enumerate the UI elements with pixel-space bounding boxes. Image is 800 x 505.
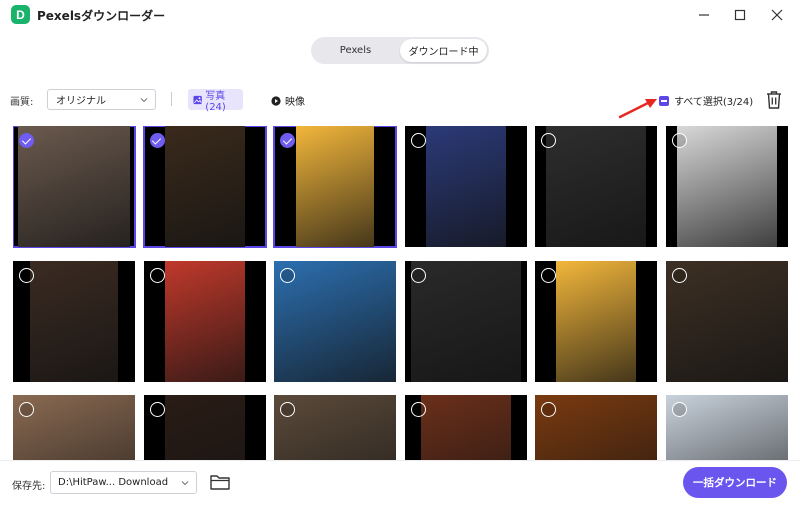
photo-tile[interactable] <box>665 395 788 460</box>
photo-thumbnail <box>30 260 118 382</box>
photo-thumbnail <box>410 260 521 382</box>
partial-check-icon <box>659 95 669 106</box>
save-location-label: 保存先: <box>12 481 46 492</box>
app-logo-icon: D <box>11 5 30 24</box>
photo-thumbnail <box>556 260 636 382</box>
photo-tile[interactable] <box>143 260 266 382</box>
folder-icon[interactable] <box>209 472 231 492</box>
photo-thumbnail <box>546 126 646 247</box>
photo-tile[interactable] <box>665 126 788 247</box>
select-all-checkbox[interactable]: すべて選択(3/24) <box>659 93 753 108</box>
chevron-down-icon <box>181 481 189 486</box>
quality-select[interactable]: オリジナル <box>47 89 156 110</box>
photo-tile[interactable] <box>274 260 396 382</box>
checkbox-icon[interactable] <box>410 267 426 283</box>
video-filter-chip[interactable]: 映像 <box>271 93 305 108</box>
quality-value: オリジナル <box>56 96 106 107</box>
photo-thumbnail <box>425 126 506 247</box>
photo-thumbnail <box>164 126 245 247</box>
annotation-arrow <box>618 99 657 119</box>
checkbox-icon[interactable] <box>149 267 165 283</box>
title-bar: D Pexelsダウンローダー <box>0 0 800 32</box>
photo-filter-chip[interactable]: 写真(24) <box>188 89 243 113</box>
checkbox-icon[interactable] <box>541 402 556 417</box>
checkbox-icon[interactable] <box>541 133 556 148</box>
photo-tile[interactable] <box>273 126 397 248</box>
photo-tile[interactable] <box>13 395 135 460</box>
photo-filter-label: 写真(24) <box>205 90 226 113</box>
trash-icon[interactable] <box>764 89 784 111</box>
photo-tile[interactable] <box>274 395 396 460</box>
checkbox-icon[interactable] <box>19 402 34 417</box>
photo-tile[interactable] <box>535 126 657 247</box>
checked-checkbox-icon[interactable] <box>149 133 165 148</box>
close-button[interactable] <box>764 4 790 26</box>
video-filter-label: 映像 <box>285 97 305 108</box>
minimize-button[interactable] <box>691 4 717 26</box>
checkbox-icon[interactable] <box>149 402 165 417</box>
photo-thumbnail <box>18 126 130 247</box>
photo-tile[interactable] <box>535 395 657 460</box>
checkbox-icon[interactable] <box>280 402 295 417</box>
close-icon <box>771 9 783 21</box>
photo-tile[interactable] <box>535 260 657 382</box>
photo-thumbnail <box>296 126 374 247</box>
maximize-icon <box>734 9 746 21</box>
tab-pexels[interactable]: Pexels <box>313 39 398 62</box>
tab-downloading[interactable]: ダウンロード中 <box>400 39 487 62</box>
checkbox-icon[interactable] <box>410 402 426 417</box>
minimize-icon <box>699 14 709 16</box>
checkbox-icon[interactable] <box>671 133 687 148</box>
photo-thumbnail <box>676 126 777 247</box>
app-title: Pexelsダウンローダー <box>37 9 166 23</box>
chevron-down-icon <box>140 98 148 103</box>
checkbox-icon[interactable] <box>541 267 556 283</box>
checked-checkbox-icon[interactable] <box>19 133 34 148</box>
checkbox-icon[interactable] <box>280 267 295 283</box>
checkbox-icon[interactable] <box>19 267 34 283</box>
photo-tile[interactable] <box>404 260 527 382</box>
photo-thumbnail <box>420 395 511 460</box>
photo-thumbnail <box>164 260 245 382</box>
photo-tile[interactable] <box>13 126 136 248</box>
photo-tile[interactable] <box>142 126 267 248</box>
quality-label: 画質: <box>10 97 34 108</box>
checkbox-icon[interactable] <box>671 267 687 283</box>
select-all-label: すべて選択(3/24) <box>674 97 754 108</box>
checked-checkbox-icon[interactable] <box>280 133 295 148</box>
checkbox-icon[interactable] <box>410 133 426 148</box>
save-path-value: D:\HitPaw... Download <box>58 477 169 488</box>
photo-thumbnail <box>164 395 245 460</box>
image-icon <box>193 95 202 104</box>
play-icon <box>271 95 281 106</box>
maximize-button[interactable] <box>727 4 753 26</box>
photo-tile[interactable] <box>665 260 788 382</box>
save-path-select[interactable]: D:\HitPaw... Download <box>50 471 197 494</box>
photo-tile[interactable] <box>13 260 135 382</box>
photo-grid <box>13 126 793 460</box>
mode-switch: Pexels ダウンロード中 <box>311 37 489 64</box>
bulk-download-button[interactable]: 一括ダウンロード <box>683 467 787 498</box>
checkbox-icon[interactable] <box>671 402 687 417</box>
divider <box>171 92 172 106</box>
photo-tile[interactable] <box>143 395 266 460</box>
photo-tile[interactable] <box>404 395 527 460</box>
photo-tile[interactable] <box>404 126 527 247</box>
